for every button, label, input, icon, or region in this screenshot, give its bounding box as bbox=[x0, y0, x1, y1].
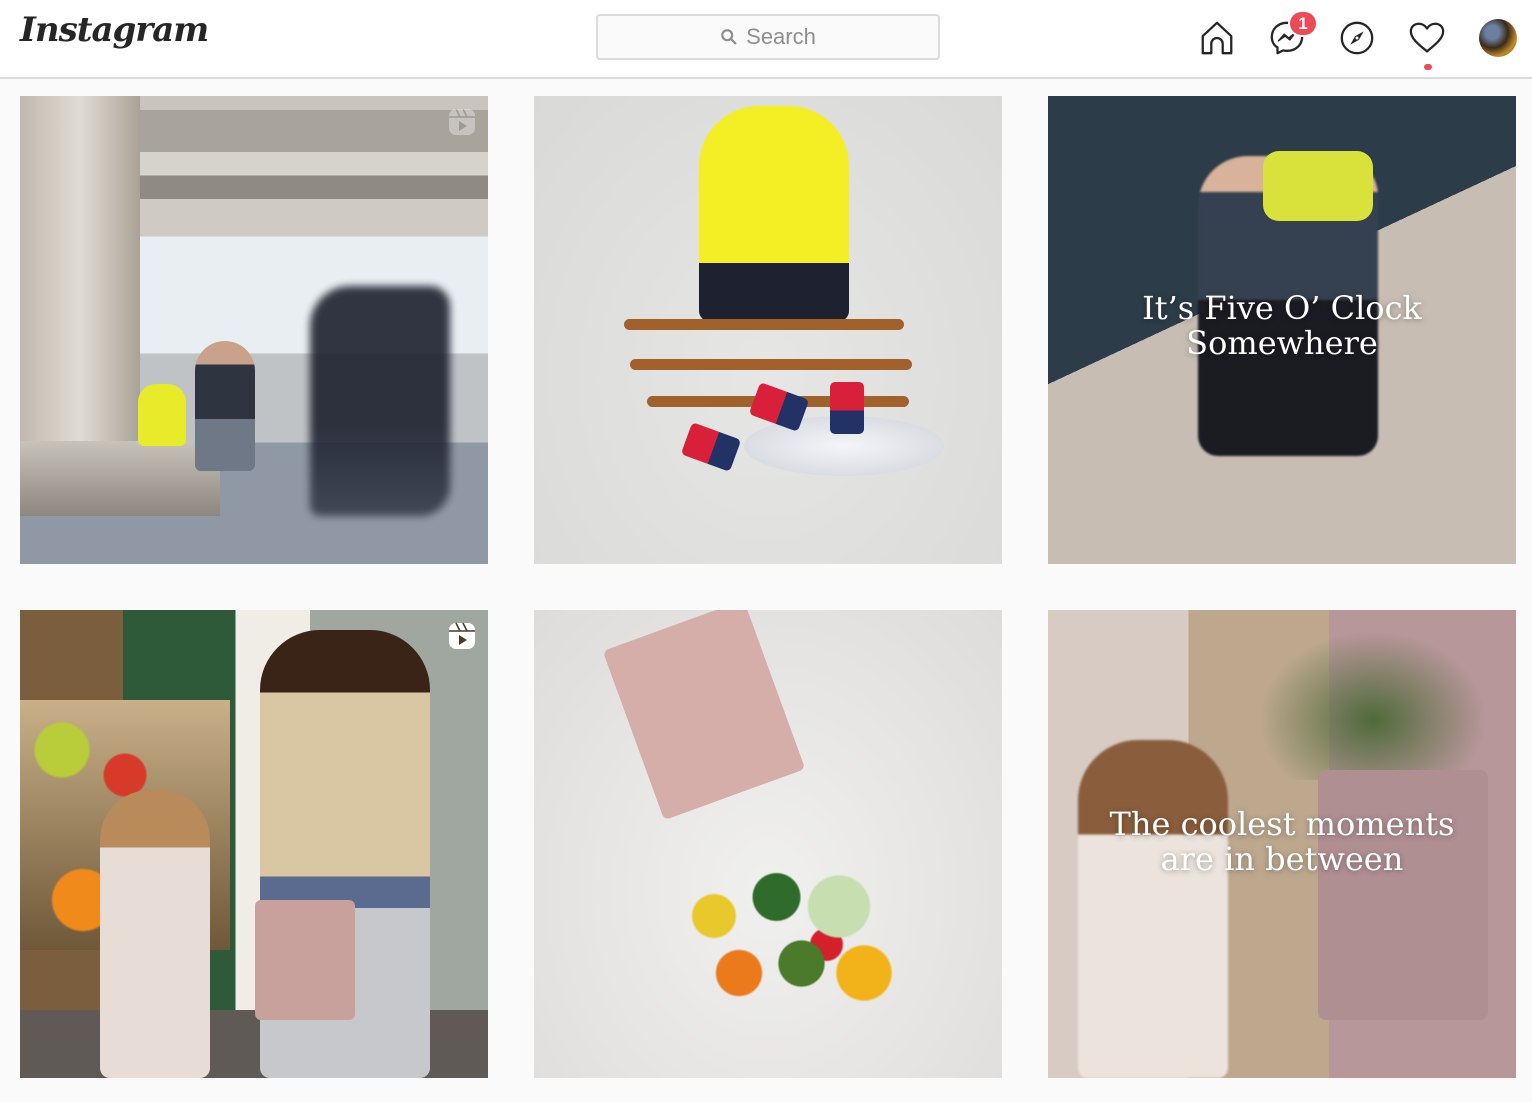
post-tile-2[interactable] bbox=[534, 96, 1002, 564]
photo-detail bbox=[602, 610, 806, 821]
home-icon bbox=[1201, 21, 1233, 55]
photo-detail bbox=[680, 422, 742, 472]
photo-detail bbox=[1263, 151, 1373, 221]
search-placeholder: Search bbox=[746, 24, 816, 49]
unread-messages-badge: 1 bbox=[1288, 10, 1318, 37]
photo-detail bbox=[630, 359, 912, 370]
instagram-logo[interactable]: Instagram bbox=[20, 10, 209, 50]
profile-button[interactable] bbox=[1478, 16, 1518, 60]
post-tile-5[interactable] bbox=[534, 610, 1002, 1078]
photo-detail bbox=[1258, 630, 1488, 780]
photo-detail bbox=[100, 790, 210, 1078]
top-nav-bar: Instagram Search 1 bbox=[0, 0, 1532, 79]
photo-detail bbox=[310, 286, 450, 516]
heart-icon bbox=[1409, 22, 1445, 53]
photo-detail bbox=[255, 900, 355, 1020]
caption-line-1: The coolest moments bbox=[1109, 805, 1455, 843]
reels-icon bbox=[449, 108, 475, 135]
photo-detail bbox=[20, 441, 220, 516]
activity-notification-dot bbox=[1424, 64, 1432, 70]
photo-detail bbox=[20, 96, 140, 486]
caption-line-2: Somewhere bbox=[1186, 324, 1378, 362]
search-icon bbox=[721, 29, 737, 45]
compass-icon bbox=[1340, 21, 1374, 55]
photo-detail bbox=[624, 319, 904, 330]
photo-detail bbox=[195, 341, 255, 471]
reels-icon bbox=[449, 622, 475, 649]
explore-button[interactable] bbox=[1336, 16, 1378, 60]
post-tile-4[interactable] bbox=[20, 610, 488, 1078]
photo-detail bbox=[138, 384, 186, 446]
caption-line-1: It’s Five O’ Clock bbox=[1142, 289, 1422, 327]
post-tile-1[interactable] bbox=[20, 96, 488, 564]
photo-detail bbox=[748, 382, 810, 432]
post-overlay-caption: It’s Five O’ Clock Somewhere bbox=[1048, 291, 1516, 361]
search-input[interactable]: Search bbox=[596, 14, 940, 60]
post-overlay-caption: The coolest moments are in between bbox=[1048, 807, 1516, 877]
caption-line-2: are in between bbox=[1160, 840, 1404, 878]
post-tile-6[interactable]: The coolest moments are in between bbox=[1048, 610, 1516, 1078]
home-button[interactable] bbox=[1196, 16, 1238, 60]
photo-detail bbox=[830, 382, 864, 434]
photo-detail bbox=[1078, 740, 1228, 1078]
activity-button[interactable] bbox=[1406, 16, 1448, 60]
photo-detail bbox=[664, 840, 914, 1030]
avatar bbox=[1479, 19, 1517, 57]
photo-detail bbox=[699, 106, 849, 321]
post-tile-3[interactable]: It’s Five O’ Clock Somewhere bbox=[1048, 96, 1516, 564]
